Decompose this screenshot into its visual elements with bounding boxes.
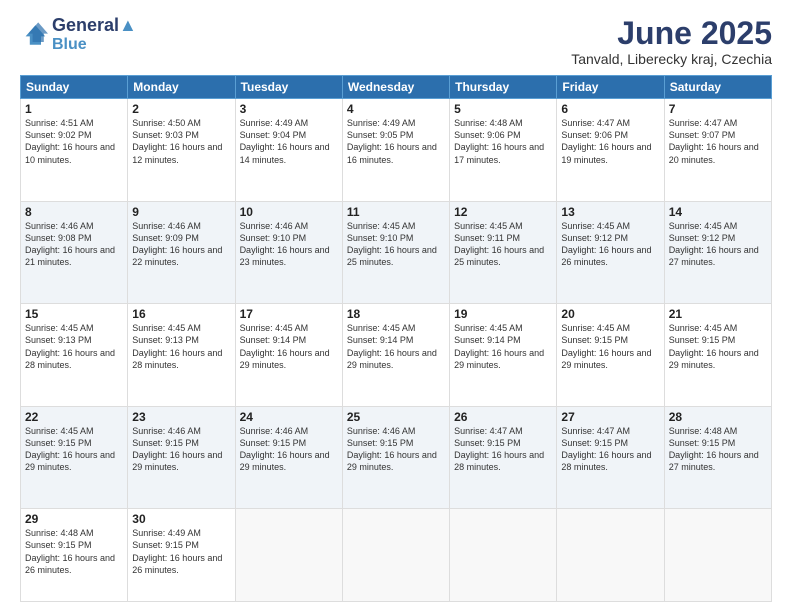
calendar-title: June 2025	[571, 16, 772, 51]
logo-icon	[20, 21, 48, 49]
table-row	[342, 509, 449, 602]
table-row	[557, 509, 664, 602]
table-row	[235, 509, 342, 602]
logo-text: General▲ Blue	[52, 16, 137, 53]
logo: General▲ Blue	[20, 16, 137, 53]
table-row: 24Sunrise: 4:46 AMSunset: 9:15 PMDayligh…	[235, 406, 342, 509]
table-row: 28Sunrise: 4:48 AMSunset: 9:15 PMDayligh…	[664, 406, 771, 509]
table-row: 18Sunrise: 4:45 AMSunset: 9:14 PMDayligh…	[342, 304, 449, 407]
table-row: 7Sunrise: 4:47 AMSunset: 9:07 PMDaylight…	[664, 99, 771, 202]
table-row: 10Sunrise: 4:46 AMSunset: 9:10 PMDayligh…	[235, 201, 342, 304]
table-row: 1Sunrise: 4:51 AMSunset: 9:02 PMDaylight…	[21, 99, 128, 202]
table-row: 20Sunrise: 4:45 AMSunset: 9:15 PMDayligh…	[557, 304, 664, 407]
table-row: 23Sunrise: 4:46 AMSunset: 9:15 PMDayligh…	[128, 406, 235, 509]
calendar-table: Sunday Monday Tuesday Wednesday Thursday…	[20, 75, 772, 602]
table-row: 13Sunrise: 4:45 AMSunset: 9:12 PMDayligh…	[557, 201, 664, 304]
table-row: 9Sunrise: 4:46 AMSunset: 9:09 PMDaylight…	[128, 201, 235, 304]
table-row: 11Sunrise: 4:45 AMSunset: 9:10 PMDayligh…	[342, 201, 449, 304]
col-tuesday: Tuesday	[235, 76, 342, 99]
table-row: 25Sunrise: 4:46 AMSunset: 9:15 PMDayligh…	[342, 406, 449, 509]
table-row: 3Sunrise: 4:49 AMSunset: 9:04 PMDaylight…	[235, 99, 342, 202]
table-row: 29Sunrise: 4:48 AMSunset: 9:15 PMDayligh…	[21, 509, 128, 602]
col-monday: Monday	[128, 76, 235, 99]
col-saturday: Saturday	[664, 76, 771, 99]
table-row: 27Sunrise: 4:47 AMSunset: 9:15 PMDayligh…	[557, 406, 664, 509]
page: General▲ Blue June 2025 Tanvald, Liberec…	[0, 0, 792, 612]
table-row: 15Sunrise: 4:45 AMSunset: 9:13 PMDayligh…	[21, 304, 128, 407]
table-row: 4Sunrise: 4:49 AMSunset: 9:05 PMDaylight…	[342, 99, 449, 202]
col-sunday: Sunday	[21, 76, 128, 99]
table-row: 17Sunrise: 4:45 AMSunset: 9:14 PMDayligh…	[235, 304, 342, 407]
table-row: 5Sunrise: 4:48 AMSunset: 9:06 PMDaylight…	[450, 99, 557, 202]
table-row: 12Sunrise: 4:45 AMSunset: 9:11 PMDayligh…	[450, 201, 557, 304]
table-row: 21Sunrise: 4:45 AMSunset: 9:15 PMDayligh…	[664, 304, 771, 407]
table-row	[450, 509, 557, 602]
table-row: 2Sunrise: 4:50 AMSunset: 9:03 PMDaylight…	[128, 99, 235, 202]
table-row: 26Sunrise: 4:47 AMSunset: 9:15 PMDayligh…	[450, 406, 557, 509]
table-row: 8Sunrise: 4:46 AMSunset: 9:08 PMDaylight…	[21, 201, 128, 304]
table-row	[664, 509, 771, 602]
table-row: 14Sunrise: 4:45 AMSunset: 9:12 PMDayligh…	[664, 201, 771, 304]
table-row: 30Sunrise: 4:49 AMSunset: 9:15 PMDayligh…	[128, 509, 235, 602]
table-row: 6Sunrise: 4:47 AMSunset: 9:06 PMDaylight…	[557, 99, 664, 202]
col-wednesday: Wednesday	[342, 76, 449, 99]
table-row: 19Sunrise: 4:45 AMSunset: 9:14 PMDayligh…	[450, 304, 557, 407]
col-thursday: Thursday	[450, 76, 557, 99]
calendar-subtitle: Tanvald, Liberecky kraj, Czechia	[571, 51, 772, 67]
col-friday: Friday	[557, 76, 664, 99]
calendar-header-row: Sunday Monday Tuesday Wednesday Thursday…	[21, 76, 772, 99]
title-block: June 2025 Tanvald, Liberecky kraj, Czech…	[571, 16, 772, 67]
table-row: 22Sunrise: 4:45 AMSunset: 9:15 PMDayligh…	[21, 406, 128, 509]
header: General▲ Blue June 2025 Tanvald, Liberec…	[20, 16, 772, 67]
table-row: 16Sunrise: 4:45 AMSunset: 9:13 PMDayligh…	[128, 304, 235, 407]
